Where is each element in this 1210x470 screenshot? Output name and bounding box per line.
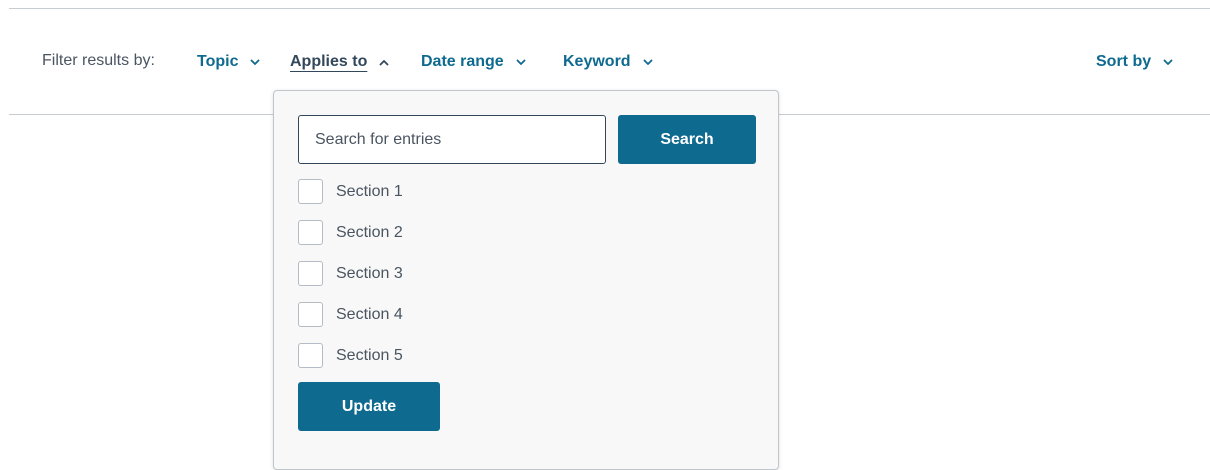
checkbox[interactable] (298, 179, 323, 204)
chevron-up-icon (379, 59, 389, 66)
checkbox[interactable] (298, 220, 323, 245)
update-button[interactable]: Update (298, 382, 440, 431)
checkbox-section-2[interactable]: Section 2 (298, 219, 403, 246)
filter-applies-to-button[interactable]: Applies to (290, 44, 389, 80)
checkbox-section-4[interactable]: Section 4 (298, 301, 403, 328)
checkbox-label: Section 2 (336, 223, 403, 241)
search-input[interactable] (298, 115, 606, 164)
filter-bar: Filter results by: Topic Applies to Date… (0, 44, 1210, 80)
filter-date-range-button[interactable]: Date range (421, 44, 526, 80)
checkbox-label: Section 5 (336, 346, 403, 364)
chevron-down-icon (1163, 59, 1173, 66)
chevron-down-icon (516, 59, 526, 66)
checkbox[interactable] (298, 343, 323, 368)
chevron-down-icon (250, 59, 260, 66)
filter-keyword-button[interactable]: Keyword (563, 44, 653, 80)
checkbox-section-3[interactable]: Section 3 (298, 260, 403, 287)
filter-topic-button[interactable]: Topic (197, 44, 260, 80)
checkbox-label: Section 4 (336, 305, 403, 323)
search-button[interactable]: Search (618, 115, 756, 164)
filter-date-range-label: Date range (421, 53, 504, 70)
checkbox-section-1[interactable]: Section 1 (298, 178, 403, 205)
applies-to-dropdown: Search Section 1 Section 2 Section 3 Sec… (273, 90, 779, 470)
checkbox-section-5[interactable]: Section 5 (298, 342, 403, 369)
checkbox[interactable] (298, 261, 323, 286)
filter-keyword-label: Keyword (563, 53, 631, 70)
checkbox-label: Section 1 (336, 182, 403, 200)
filter-topic-label: Topic (197, 53, 239, 70)
sort-by-label: Sort by (1096, 53, 1152, 70)
sort-by-button[interactable]: Sort by (1096, 44, 1173, 80)
checkbox-label: Section 3 (336, 264, 403, 282)
filter-label: Filter results by: (42, 52, 155, 69)
filter-applies-to-label: Applies to (290, 53, 368, 70)
checkbox[interactable] (298, 302, 323, 327)
top-divider (9, 8, 1210, 9)
chevron-down-icon (643, 59, 653, 66)
